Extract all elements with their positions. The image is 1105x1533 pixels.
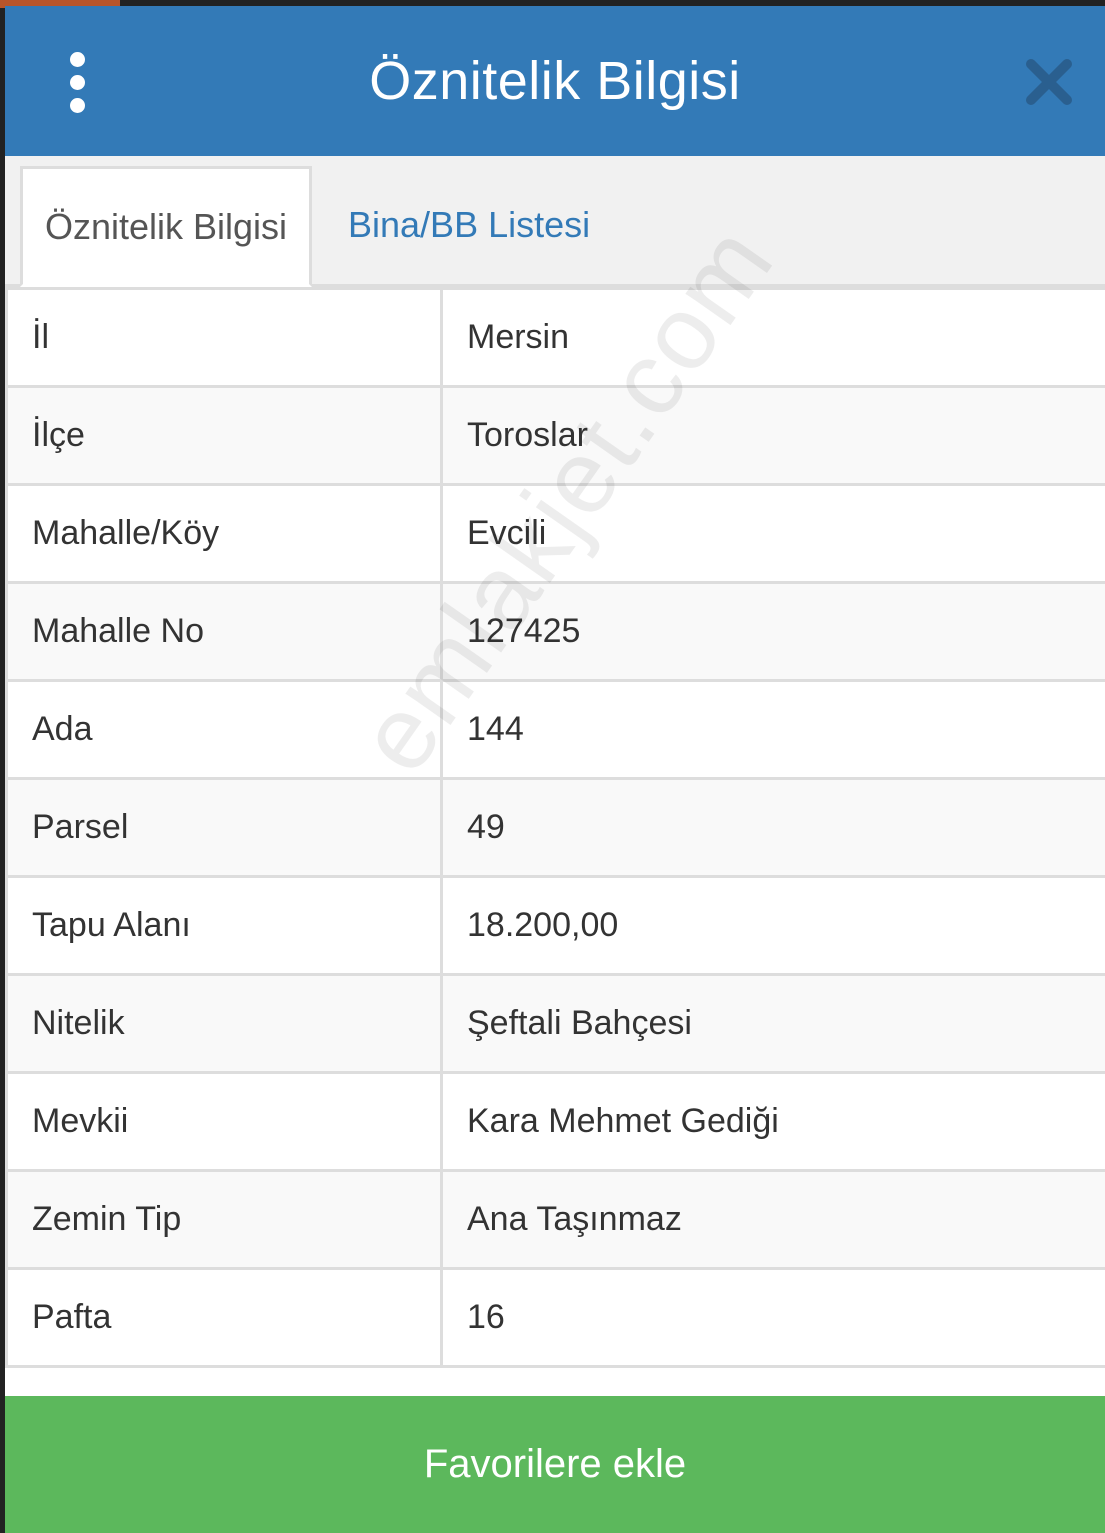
table-row: İlçe Toroslar — [5, 385, 1105, 486]
row-key: Parsel — [5, 777, 443, 878]
row-key: Zemin Tip — [5, 1169, 443, 1270]
row-value: 144 — [440, 679, 1105, 780]
tab-bar: Öznitelik Bilgisi Bina/BB Listesi — [5, 156, 1105, 287]
row-key: Mahalle/Köy — [5, 483, 443, 584]
row-value: 16 — [440, 1267, 1105, 1368]
tab-building-list[interactable]: Bina/BB Listesi — [348, 166, 590, 284]
table-row: Pafta 16 — [5, 1267, 1105, 1368]
row-value: 127425 — [440, 581, 1105, 682]
row-value: Evcili — [440, 483, 1105, 584]
row-key: Nitelik — [5, 973, 443, 1074]
attribute-table: İl Mersin İlçe Toroslar Mahalle/Köy Evci… — [5, 287, 1105, 1368]
add-to-favorites-button[interactable]: Favorilere ekle — [5, 1396, 1105, 1533]
close-button[interactable] — [1023, 56, 1075, 108]
menu-button[interactable] — [53, 42, 101, 122]
vertical-ellipsis-icon — [69, 51, 85, 67]
app-frame: Öznitelik Bilgisi Öznitelik Bilgisi Bina… — [0, 0, 1105, 1533]
table-row: Mevkii Kara Mehmet Gediği — [5, 1071, 1105, 1172]
vertical-ellipsis-icon — [69, 97, 85, 113]
row-key: Tapu Alanı — [5, 875, 443, 976]
tab-attribute-info[interactable]: Öznitelik Bilgisi — [20, 166, 312, 287]
table-row: Mahalle No 127425 — [5, 581, 1105, 682]
row-key: Mahalle No — [5, 581, 443, 682]
modal-title: Öznitelik Bilgisi — [369, 51, 741, 111]
table-row: Ada 144 — [5, 679, 1105, 780]
vertical-ellipsis-icon — [69, 74, 85, 90]
close-icon — [1026, 59, 1072, 105]
table-row: Tapu Alanı 18.200,00 — [5, 875, 1105, 976]
row-key: İlçe — [5, 385, 443, 486]
row-key: Mevkii — [5, 1071, 443, 1172]
row-key: Pafta — [5, 1267, 443, 1368]
attribute-info-modal: Öznitelik Bilgisi Öznitelik Bilgisi Bina… — [5, 6, 1105, 1533]
row-value: Toroslar — [440, 385, 1105, 486]
modal-header: Öznitelik Bilgisi — [5, 6, 1105, 156]
table-row: Parsel 49 — [5, 777, 1105, 878]
table-row: İl Mersin — [5, 287, 1105, 388]
row-value: Şeftali Bahçesi — [440, 973, 1105, 1074]
row-value: Kara Mehmet Gediği — [440, 1071, 1105, 1172]
row-value: 49 — [440, 777, 1105, 878]
table-row: Zemin Tip Ana Taşınmaz — [5, 1169, 1105, 1270]
table-row: Mahalle/Köy Evcili — [5, 483, 1105, 584]
row-value: Ana Taşınmaz — [440, 1169, 1105, 1270]
row-value: 18.200,00 — [440, 875, 1105, 976]
table-row: Nitelik Şeftali Bahçesi — [5, 973, 1105, 1074]
row-key: İl — [5, 287, 443, 388]
row-value: Mersin — [440, 287, 1105, 388]
row-key: Ada — [5, 679, 443, 780]
